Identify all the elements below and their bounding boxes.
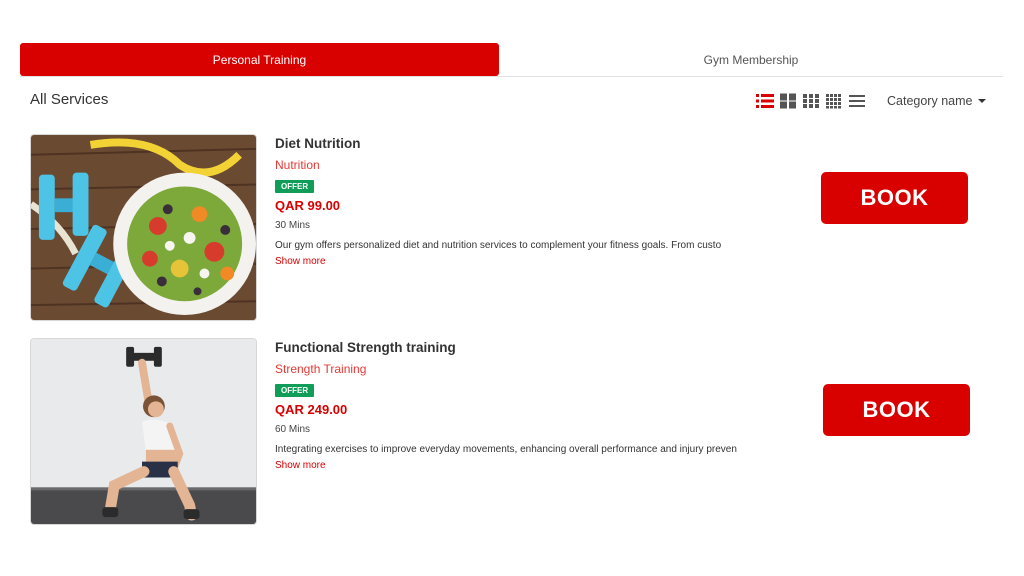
service-duration: 60 Mins bbox=[275, 424, 311, 435]
service-info: Functional Strength training Strength Tr… bbox=[275, 340, 745, 474]
book-button[interactable]: BOOK bbox=[821, 172, 968, 224]
dumbbells-and-salad-image[interactable] bbox=[30, 134, 257, 321]
service-title[interactable]: Functional Strength training bbox=[275, 340, 745, 355]
sort-label: Category name bbox=[887, 94, 973, 108]
service-info: Diet Nutrition Nutrition OFFER QAR 99.00… bbox=[275, 136, 745, 270]
service-category: Strength Training bbox=[275, 362, 367, 376]
offer-badge: OFFER bbox=[275, 180, 315, 193]
show-more-link[interactable]: Show more bbox=[275, 256, 326, 267]
service-category: Nutrition bbox=[275, 158, 320, 172]
service-description: Our gym offers personalized diet and nut… bbox=[275, 238, 745, 270]
large-grid-view-icon[interactable] bbox=[779, 93, 797, 109]
service-title[interactable]: Diet Nutrition bbox=[275, 136, 745, 151]
service-tabs: Personal Training Gym Membership bbox=[20, 43, 1003, 77]
grid-3-view-icon[interactable] bbox=[802, 93, 820, 109]
description-text: Integrating exercises to improve everyda… bbox=[275, 444, 737, 455]
service-description: Integrating exercises to improve everyda… bbox=[275, 442, 745, 474]
book-button[interactable]: BOOK bbox=[823, 384, 970, 436]
list-view-icon[interactable] bbox=[756, 93, 774, 109]
tab-personal-training[interactable]: Personal Training bbox=[20, 43, 499, 76]
sort-dropdown[interactable]: Category name bbox=[887, 94, 987, 108]
service-card: Functional Strength training Strength Tr… bbox=[30, 338, 990, 526]
service-price: QAR 99.00 bbox=[275, 198, 341, 213]
service-card: Diet Nutrition Nutrition OFFER QAR 99.00… bbox=[30, 134, 990, 322]
view-toggle-group bbox=[756, 93, 866, 109]
service-price: QAR 249.00 bbox=[275, 402, 348, 417]
section-title: All Services bbox=[30, 91, 109, 108]
show-more-link[interactable]: Show more bbox=[275, 460, 326, 471]
grid-4-view-icon[interactable] bbox=[825, 93, 843, 109]
caret-down-icon bbox=[978, 99, 987, 103]
offer-badge: OFFER bbox=[275, 384, 315, 397]
tab-gym-membership[interactable]: Gym Membership bbox=[499, 43, 1003, 76]
compact-list-view-icon[interactable] bbox=[848, 93, 866, 109]
service-duration: 30 Mins bbox=[275, 220, 311, 231]
description-text: Our gym offers personalized diet and nut… bbox=[275, 240, 722, 251]
woman-lunge-with-dumbbell-image[interactable] bbox=[30, 338, 257, 525]
